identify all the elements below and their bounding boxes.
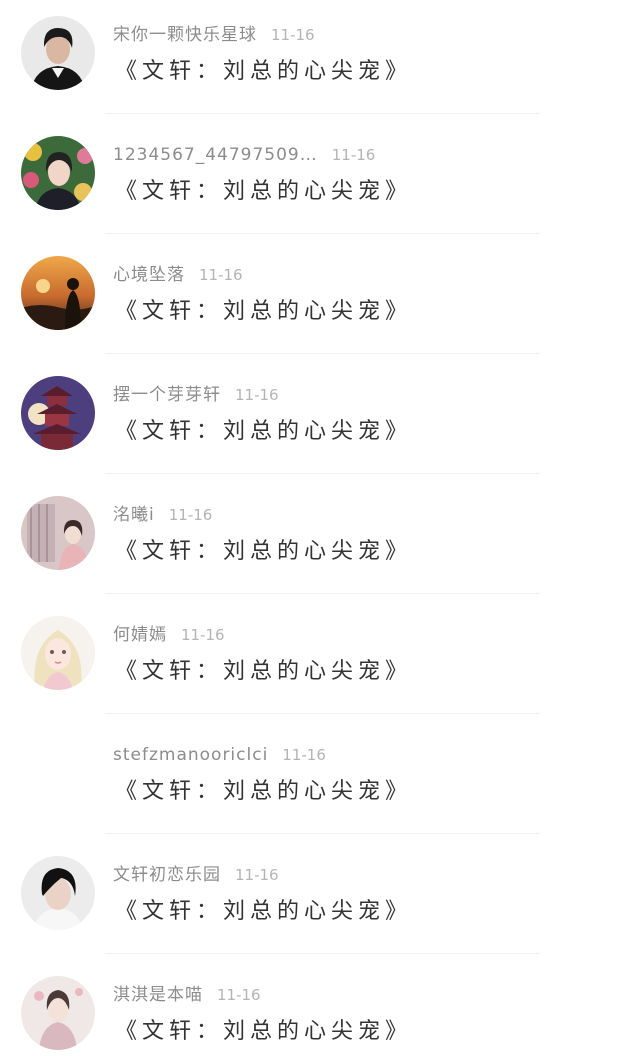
username[interactable]: 1234567_44797509… bbox=[113, 145, 318, 165]
divider bbox=[105, 593, 540, 594]
man-dark-portrait-avatar bbox=[21, 16, 95, 90]
comment-item: 宋你一颗快乐星球 11-16 《文轩：刘总的心尖宠》 bbox=[0, 0, 640, 120]
comment-item: 何婧嫣 11-16 《文轩：刘总的心尖宠》 bbox=[0, 600, 640, 720]
comment-text: 《文轩：刘总的心尖宠》 bbox=[115, 779, 413, 804]
comment-item: 1234567_44797509… 11-16 《文轩：刘总的心尖宠》 bbox=[0, 120, 640, 240]
username[interactable]: 心境坠落 bbox=[113, 265, 185, 285]
illustrated-girl-avatar bbox=[21, 616, 95, 690]
comment-date: 11-16 bbox=[271, 26, 315, 44]
comment-date: 11-16 bbox=[217, 986, 261, 1004]
comment-meta: 洺曦i 11-16 bbox=[113, 502, 212, 528]
username[interactable]: 文轩初恋乐园 bbox=[113, 865, 221, 885]
divider bbox=[105, 713, 540, 714]
comment-item: stefzmanooriclci 11-16 《文轩：刘总的心尖宠》 bbox=[0, 720, 640, 840]
user-avatar[interactable] bbox=[21, 976, 95, 1050]
divider bbox=[105, 233, 540, 234]
username[interactable]: 摆一个芽芽轩 bbox=[113, 385, 221, 405]
comment-list: 宋你一颗快乐星球 11-16 《文轩：刘总的心尖宠》 1234567_447975… bbox=[0, 0, 640, 1056]
comment-date: 11-16 bbox=[235, 386, 279, 404]
comment-date: 11-16 bbox=[168, 506, 213, 524]
comment-meta: 何婧嫣 11-16 bbox=[113, 622, 225, 648]
flower-woman-avatar bbox=[21, 136, 95, 210]
username[interactable]: 洺曦i bbox=[113, 505, 155, 525]
divider bbox=[105, 113, 540, 114]
comment-meta: 淇淇是本喵 11-16 bbox=[113, 982, 261, 1008]
divider bbox=[105, 953, 540, 954]
comment-item: 摆一个芽芽轩 11-16 《文轩：刘总的心尖宠》 bbox=[0, 360, 640, 480]
comment-text: 《文轩：刘总的心尖宠》 bbox=[115, 299, 413, 324]
comment-text: 《文轩：刘总的心尖宠》 bbox=[115, 1019, 413, 1044]
comment-item: 心境坠落 11-16 《文轩：刘总的心尖宠》 bbox=[0, 240, 640, 360]
comment-meta: 心境坠落 11-16 bbox=[113, 262, 243, 288]
username[interactable]: stefzmanooriclci bbox=[113, 745, 268, 765]
user-avatar[interactable] bbox=[21, 136, 95, 210]
comment-meta: 1234567_44797509… 11-16 bbox=[113, 142, 375, 168]
comment-text: 《文轩：刘总的心尖宠》 bbox=[115, 179, 413, 204]
comment-text: 《文轩：刘总的心尖宠》 bbox=[115, 59, 413, 84]
sunset-silhouette-avatar bbox=[21, 256, 95, 330]
user-avatar[interactable] bbox=[21, 16, 95, 90]
comment-date: 11-16 bbox=[331, 146, 376, 164]
comment-date: 11-16 bbox=[181, 626, 225, 644]
user-avatar[interactable] bbox=[21, 856, 95, 930]
user-avatar[interactable] bbox=[21, 496, 95, 570]
divider bbox=[105, 473, 540, 474]
boy-portrait-avatar bbox=[21, 856, 95, 930]
pagoda-night-avatar bbox=[21, 376, 95, 450]
user-avatar[interactable] bbox=[21, 256, 95, 330]
comment-item: 文轩初恋乐园 11-16 《文轩：刘总的心尖宠》 bbox=[0, 840, 640, 960]
comment-text: 《文轩：刘总的心尖宠》 bbox=[115, 899, 413, 924]
divider bbox=[105, 833, 540, 834]
comment-text: 《文轩：刘总的心尖宠》 bbox=[115, 539, 413, 564]
comment-date: 11-16 bbox=[199, 266, 243, 284]
comment-date: 11-16 bbox=[282, 746, 326, 764]
comment-text: 《文轩：刘总的心尖宠》 bbox=[115, 419, 413, 444]
username[interactable]: 宋你一颗快乐星球 bbox=[113, 25, 257, 45]
comment-meta: stefzmanooriclci 11-16 bbox=[113, 742, 326, 768]
comment-date: 11-16 bbox=[235, 866, 279, 884]
username[interactable]: 淇淇是本喵 bbox=[113, 985, 203, 1005]
comment-meta: 文轩初恋乐园 11-16 bbox=[113, 862, 279, 888]
comment-item: 淇淇是本喵 11-16 《文轩：刘总的心尖宠》 bbox=[0, 960, 640, 1056]
comment-meta: 宋你一颗快乐星球 11-16 bbox=[113, 22, 315, 48]
user-avatar[interactable] bbox=[21, 616, 95, 690]
comment-item: 洺曦i 11-16 《文轩：刘总的心尖宠》 bbox=[0, 480, 640, 600]
username[interactable]: 何婧嫣 bbox=[113, 625, 167, 645]
pastel-girl-window-avatar bbox=[21, 496, 95, 570]
user-avatar[interactable] bbox=[21, 376, 95, 450]
comment-meta: 摆一个芽芽轩 11-16 bbox=[113, 382, 279, 408]
hanfu-girl-avatar bbox=[21, 976, 95, 1050]
divider bbox=[105, 353, 540, 354]
comment-text: 《文轩：刘总的心尖宠》 bbox=[115, 659, 413, 684]
